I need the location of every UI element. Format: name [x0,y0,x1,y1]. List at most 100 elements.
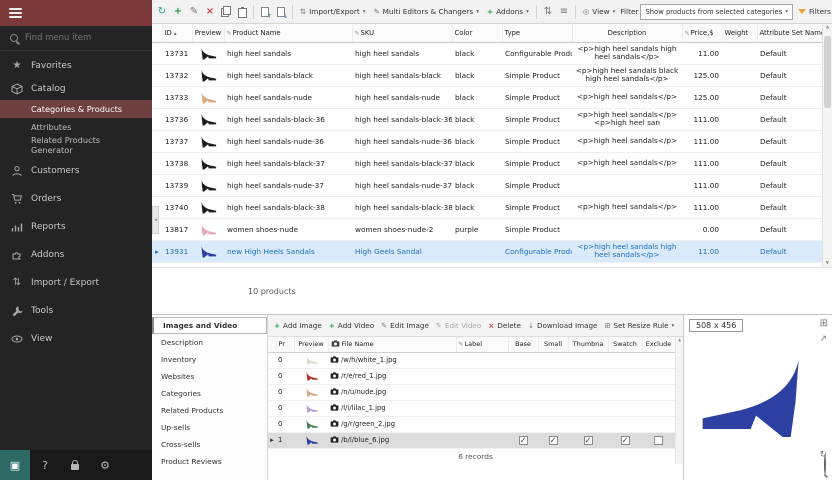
multi-editors-dropdown[interactable]: ✎ Multi Editors & Changers ▾ [370,5,482,18]
sidebar-item-addons[interactable]: Addons [0,243,152,266]
refresh-icon[interactable]: ↻ [155,4,169,20]
sidebar-item-orders[interactable]: Orders [0,187,152,210]
sidebar-item-favorites[interactable]: ★ Favorites [0,54,152,77]
tab-websites[interactable]: Websites [152,368,267,385]
open-external-icon[interactable]: ↗ [819,334,827,344]
edit-image-button[interactable]: ✎Edit Image [378,319,432,332]
table-row[interactable]: 13738 high heel sandals-black-37 high he… [152,152,822,174]
image-row[interactable]: 0 /w/h/white_1.jpg [268,352,675,368]
base-checkbox[interactable]: ✓ [519,436,528,445]
images-vertical-scrollbar[interactable]: ▲ [675,337,683,464]
table-row[interactable]: 13731 high heel sandals high heel sandal… [152,42,822,64]
tab-product-reviews[interactable]: Product Reviews [152,453,267,470]
add-product-icon[interactable]: + [171,4,185,20]
table-row[interactable]: 13733 high heel sandals-nude high heel s… [152,86,822,108]
col-pr[interactable]: Pr [276,337,294,352]
lock-icon[interactable] [60,450,90,480]
col-color[interactable]: Color [452,24,502,42]
delete-image-button[interactable]: ×Delete [485,319,524,332]
delete-product-icon[interactable]: × [203,4,217,20]
sidebar-item-customers[interactable]: Customers [0,159,152,182]
panel-collapse-handle[interactable]: ◂ [152,206,159,234]
sidebar-item-reports[interactable]: Reports [0,215,152,238]
image-row[interactable]: 0 /r/e/red_1.jpg [268,368,675,384]
scroll-up-icon[interactable]: ▲ [678,337,681,342]
col-preview[interactable]: Preview [294,337,328,352]
image-row[interactable]: 0 /l/i/lilac_1.jpg [268,400,675,416]
col-attribute-set[interactable]: Attribute Set Name [757,24,822,42]
image-row[interactable]: 0 /g/r/green_2.jpg [268,416,675,432]
col-description[interactable]: Description [572,24,682,42]
table-row[interactable]: 13736 high heel sandals-black-36 high he… [152,108,822,130]
expand-icon[interactable]: ⊞ [820,318,828,329]
sidebar-item-import-export[interactable]: ⇅ Import / Export [0,271,152,294]
tab-cross-sells[interactable]: Cross-sells [152,436,267,453]
sidebar-item-attributes[interactable]: Attributes [0,118,152,136]
sidebar-item-view[interactable]: View [0,327,152,350]
col-preview[interactable]: Preview [192,24,224,42]
tab-images-and-video[interactable]: Images and Video [152,317,267,334]
col-price[interactable]: ✎Price,$ [682,24,722,42]
tab-categories[interactable]: Categories [152,385,267,402]
col-base[interactable]: Base [508,337,538,352]
table-row[interactable]: 13817 women shoes-nude women shoes-nude-… [152,218,822,240]
table-row-selected[interactable]: ▸ 13931 new High Heels Sandals High Geel… [152,240,822,262]
col-weight[interactable]: Weight [722,24,757,42]
image-row-selected[interactable]: ▸ 1 /b/l/blue_6.jpg ✓ ✓ ✓ ✓ [268,432,675,448]
col-exclude[interactable]: Exclude [642,337,675,352]
tab-description[interactable]: Description [152,334,267,351]
col-id[interactable]: ID▴ [162,24,192,42]
sidebar-item-catalog[interactable]: Catalog [0,77,152,100]
exclude-checkbox[interactable] [654,436,663,445]
small-checkbox[interactable]: ✓ [549,436,558,445]
zoom-icon[interactable] [824,455,826,474]
tab-inventory[interactable]: Inventory [152,351,267,368]
col-swatch[interactable]: Swatch [608,337,642,352]
edit-product-icon[interactable]: ✎ [187,4,201,20]
sidebar-item-categories-products[interactable]: Categories & Products [0,100,152,118]
col-sku[interactable]: ✎SKU [352,24,452,42]
scroll-up-icon[interactable]: ▲ [823,25,832,30]
export-doc-icon[interactable]: ↑ [258,4,272,20]
settings-gear-icon[interactable]: ⚙ [90,450,120,480]
copy-icon[interactable] [219,4,233,20]
search-input[interactable] [25,33,135,43]
sort-icon[interactable]: ⇅ [541,4,555,20]
hamburger-menu-icon[interactable] [9,6,22,20]
filters-button[interactable]: Filters ▾ [795,5,832,18]
edit-video-button[interactable]: ✎Edit Video [433,319,484,332]
scrollbar-thumb[interactable] [824,36,831,108]
col-type[interactable]: Type [502,24,572,42]
col-product-name[interactable]: ✎Product Name [224,24,352,42]
category-filter-select[interactable]: Show products from selected categories ▾ [640,4,793,20]
import-export-dropdown[interactable]: ⇅ Import/Export ▾ [297,5,368,18]
table-row[interactable]: 13732 high heel sandals-black high heel … [152,64,822,86]
col-file-name[interactable]: File Name [328,337,456,352]
image-row[interactable]: 0 /n/u/nude.jpg [268,384,675,400]
addons-dropdown[interactable]: + Addons ▾ [484,5,532,18]
help-icon[interactable]: ? [30,450,60,480]
import-doc-icon[interactable]: ↓ [274,4,288,20]
sidebar-item-related-products-generator[interactable]: Related Products Generator [0,136,152,154]
download-image-button[interactable]: ↓Download Image [525,319,601,332]
tab-related-products[interactable]: Related Products [152,402,267,419]
table-row[interactable]: 13740 high heel sandals-black-38 high he… [152,196,822,218]
add-video-button[interactable]: +Add Video [326,319,377,332]
view-dropdown[interactable]: ◎ View ▾ [580,5,618,18]
set-resize-rule-button[interactable]: ⊞Set Resize Rule▾ [601,319,677,332]
paste-icon[interactable] [235,4,249,20]
scroll-down-icon[interactable]: ▼ [823,261,832,266]
table-row[interactable]: 13739 high heel sandals-nude-37 high hee… [152,174,822,196]
col-label[interactable]: ✎Label [456,337,508,352]
col-small[interactable]: Small [538,337,568,352]
save-icon[interactable]: ▣ [0,450,30,480]
swatch-checkbox[interactable]: ✓ [621,436,630,445]
tab-up-sells[interactable]: Up-sells [152,419,267,436]
table-row[interactable]: 13737 high heel sandals-nude-36 high hee… [152,130,822,152]
col-thumbnail[interactable]: Thumbna [568,337,608,352]
add-image-button[interactable]: +Add Image [271,319,325,332]
thumbnail-checkbox[interactable]: ✓ [584,436,593,445]
sidebar-item-tools[interactable]: Tools [0,299,152,322]
vertical-scrollbar[interactable]: ▲ ▼ [822,24,832,267]
columns-icon[interactable]: ≡ [557,4,571,20]
